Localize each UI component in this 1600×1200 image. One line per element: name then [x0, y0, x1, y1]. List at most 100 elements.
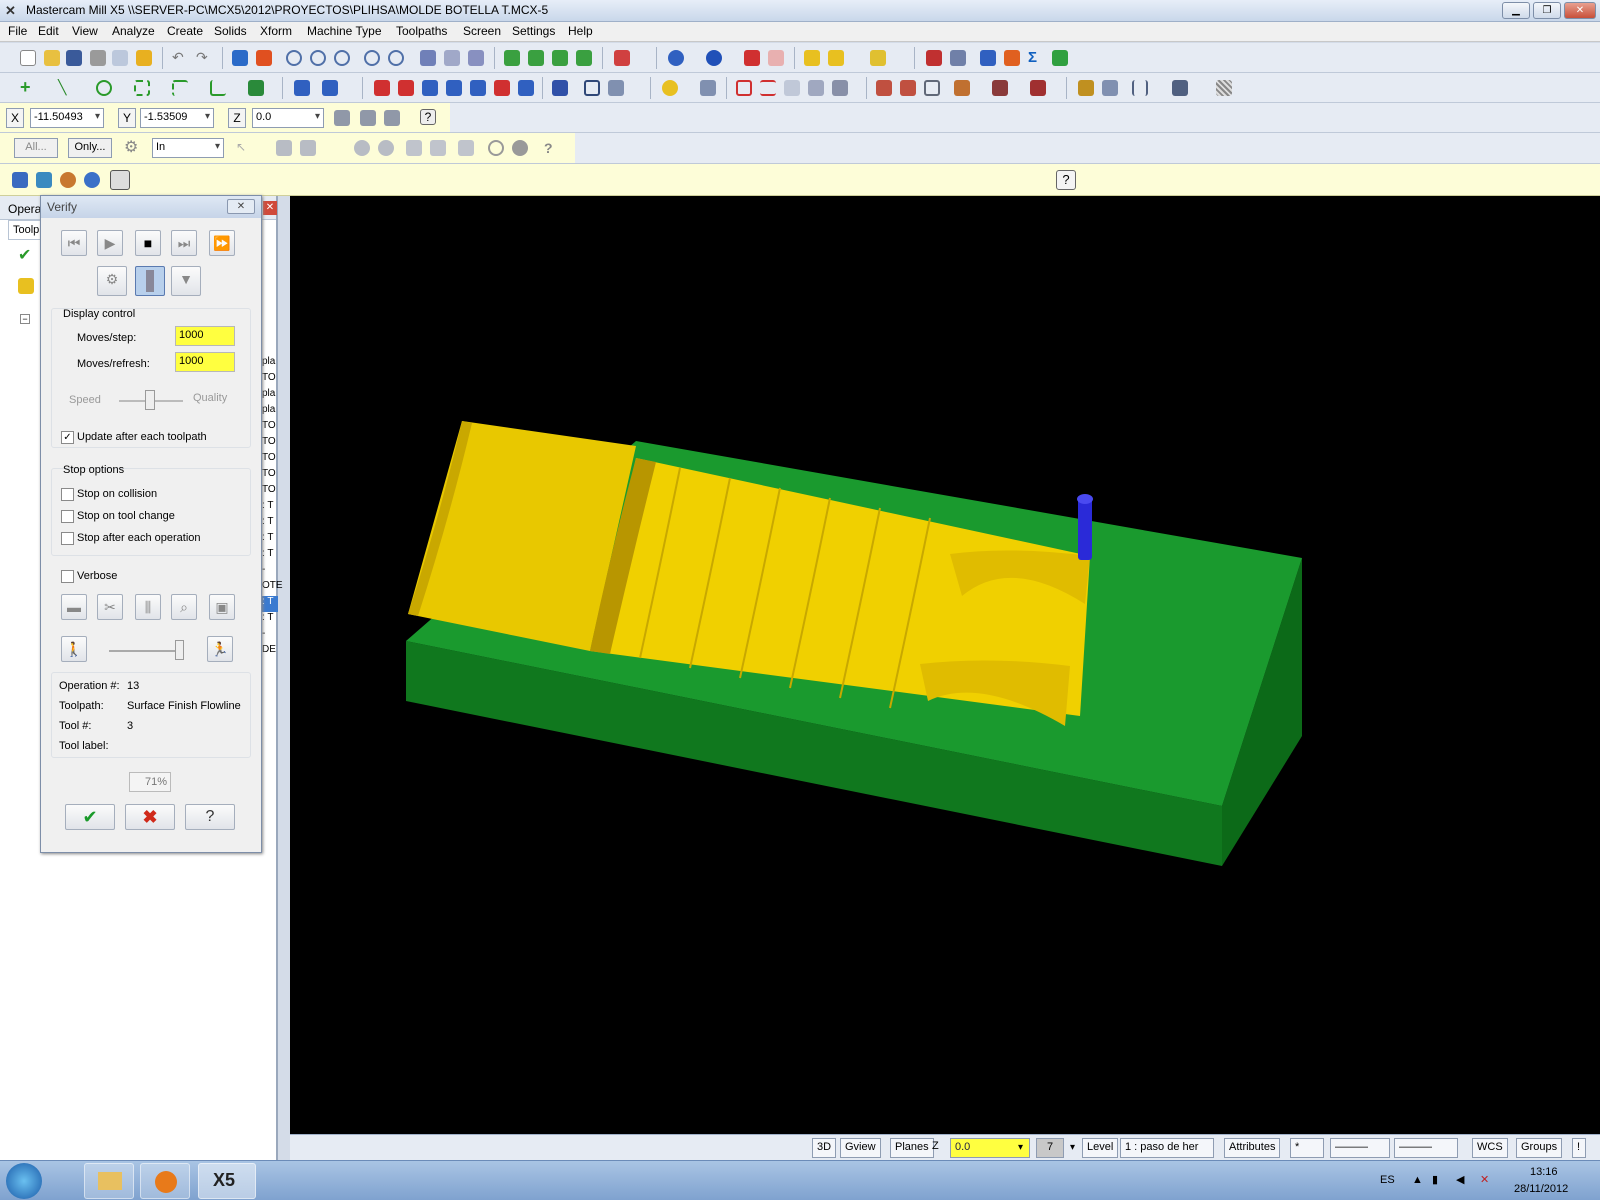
rewind-button[interactable]: ⏮ — [61, 230, 87, 256]
menu-file[interactable]: File — [8, 24, 27, 38]
sphere-icon[interactable] — [706, 50, 722, 66]
analyze-icon[interactable] — [926, 50, 942, 66]
stop-collision-checkbox[interactable] — [61, 488, 74, 501]
holder-display-button[interactable]: ▼ — [171, 266, 201, 296]
select-area-icon[interactable] — [378, 140, 394, 156]
close-window-button[interactable]: ✕ — [1564, 2, 1596, 19]
solid-box-icon[interactable] — [12, 172, 28, 188]
table-icon[interactable] — [736, 80, 752, 96]
open-file-icon[interactable] — [44, 50, 60, 66]
xform-scale-icon[interactable] — [446, 80, 462, 96]
right-view-icon[interactable] — [576, 50, 592, 66]
line-width-select[interactable]: ――― — [1394, 1138, 1458, 1158]
verbose-checkbox[interactable] — [61, 570, 74, 583]
action-center-icon[interactable]: ✕ — [1480, 1173, 1489, 1186]
ops-entry[interactable]: : T — [262, 516, 278, 532]
ops-entry[interactable]: - — [262, 628, 278, 644]
help-button[interactable]: ? — [185, 804, 235, 830]
xform-project-icon[interactable] — [494, 80, 510, 96]
fast-forward-button[interactable]: ⏩ — [209, 230, 235, 256]
hint-icon[interactable] — [136, 50, 152, 66]
measure-button[interactable]: ⌕ — [171, 594, 197, 620]
eraser-icon[interactable] — [768, 50, 784, 66]
select-polygon-icon[interactable] — [300, 140, 316, 156]
new-file-icon[interactable] — [20, 50, 36, 66]
ops-entry[interactable]: TO — [262, 372, 278, 388]
gview-button[interactable]: Gview — [840, 1138, 881, 1158]
top-view-icon[interactable] — [528, 50, 544, 66]
cancel-button[interactable]: ✖ — [125, 804, 175, 830]
menu-xform[interactable]: Xform — [260, 24, 292, 38]
grid-icon[interactable] — [584, 80, 600, 96]
backplot-icon[interactable] — [980, 50, 996, 66]
tool-display-button[interactable] — [135, 266, 165, 296]
selection-gear-icon[interactable]: ⚙ — [124, 140, 140, 156]
solid-cube-icon[interactable] — [36, 172, 52, 188]
graphics-viewport[interactable] — [290, 196, 1600, 1134]
ops-entry[interactable]: TO — [262, 420, 278, 436]
snap-settings-icon[interactable] — [384, 110, 400, 126]
level-number[interactable]: 7 — [1036, 1138, 1064, 1158]
menu-settings[interactable]: Settings — [512, 24, 555, 38]
pattern-icon[interactable] — [1216, 80, 1232, 96]
ops-entry[interactable]: pla — [262, 388, 278, 404]
stop-button[interactable]: ■ — [135, 230, 161, 256]
toolpath-b-icon[interactable] — [900, 80, 916, 96]
toolpath-c-icon[interactable] — [924, 80, 940, 96]
ops-entry[interactable]: OTE — [262, 580, 283, 596]
fillet-icon[interactable] — [172, 80, 188, 96]
ops-entry[interactable]: DE — [262, 644, 278, 660]
ops-entry[interactable]: pla — [262, 404, 278, 420]
z-depth-dropdown-icon[interactable]: ▾ — [1018, 1142, 1023, 1153]
measure-dropdown-icon[interactable] — [828, 50, 844, 66]
slow-walk-button[interactable]: 🚶 — [61, 636, 87, 662]
measure-icon[interactable] — [804, 50, 820, 66]
rectangle-icon[interactable] — [134, 80, 150, 96]
language-indicator[interactable]: ES — [1380, 1174, 1395, 1186]
level-select[interactable]: 1 : paso de her — [1120, 1138, 1214, 1158]
level-button[interactable]: Level — [1082, 1138, 1119, 1158]
align-icon[interactable] — [1132, 80, 1148, 96]
lock-icon[interactable] — [18, 278, 34, 294]
x-coord-input[interactable]: -11.50493 — [30, 108, 104, 128]
pencil-icon[interactable] — [870, 50, 886, 66]
distribute-icon[interactable] — [1172, 80, 1188, 96]
menu-solids[interactable]: Solids — [214, 24, 247, 38]
update-toolpath-checkbox[interactable]: ✓ — [61, 431, 74, 444]
undo-icon[interactable]: ↶ — [172, 50, 188, 66]
solid-extrude-icon[interactable] — [248, 80, 264, 96]
zoom-out-icon[interactable] — [364, 50, 380, 66]
view-3d-button[interactable]: 3D — [812, 1138, 837, 1158]
point-icon[interactable]: + — [20, 78, 36, 96]
repaint-icon[interactable] — [256, 50, 272, 66]
help-q-icon[interactable]: ? — [420, 109, 436, 125]
select-body-icon[interactable] — [458, 140, 474, 156]
trim-icon[interactable] — [294, 80, 310, 96]
menu-help[interactable]: Help — [568, 24, 593, 38]
attributes-button[interactable]: Attributes — [1224, 1138, 1281, 1158]
lines-icon[interactable] — [760, 80, 776, 96]
ops-entry[interactable]: : T — [262, 500, 278, 516]
taskbar-mastercam-icon[interactable]: X5 — [198, 1163, 256, 1199]
chamfer-icon[interactable] — [210, 80, 226, 96]
sphere-orange-icon[interactable] — [60, 172, 76, 188]
tray-expand-icon[interactable]: ▲ — [1412, 1174, 1423, 1186]
volume-icon[interactable]: ◀ — [1456, 1173, 1464, 1186]
zoom-in-icon[interactable] — [334, 50, 350, 66]
redo-icon[interactable]: ↷ — [196, 50, 212, 66]
sphere-blue-icon[interactable] — [84, 172, 100, 188]
print-preview-icon[interactable] — [112, 50, 128, 66]
line-icon[interactable]: ╲ — [58, 80, 74, 96]
lightbulb-icon[interactable] — [662, 80, 678, 96]
start-button-icon[interactable] — [6, 1163, 42, 1199]
status-help-button[interactable]: ! — [1572, 1138, 1586, 1158]
verify-icon[interactable] — [1004, 50, 1020, 66]
save-stl-button[interactable]: ▬ — [61, 594, 87, 620]
ops-entry[interactable]: TO — [262, 468, 278, 484]
xform-rotate-icon[interactable] — [422, 80, 438, 96]
toolpath-a-icon[interactable] — [876, 80, 892, 96]
moves-step-input[interactable]: 1000 — [175, 326, 235, 346]
save-stock-button[interactable]: ▣ — [209, 594, 235, 620]
fast-point-icon[interactable] — [334, 110, 350, 126]
menu-edit[interactable]: Edit — [38, 24, 59, 38]
